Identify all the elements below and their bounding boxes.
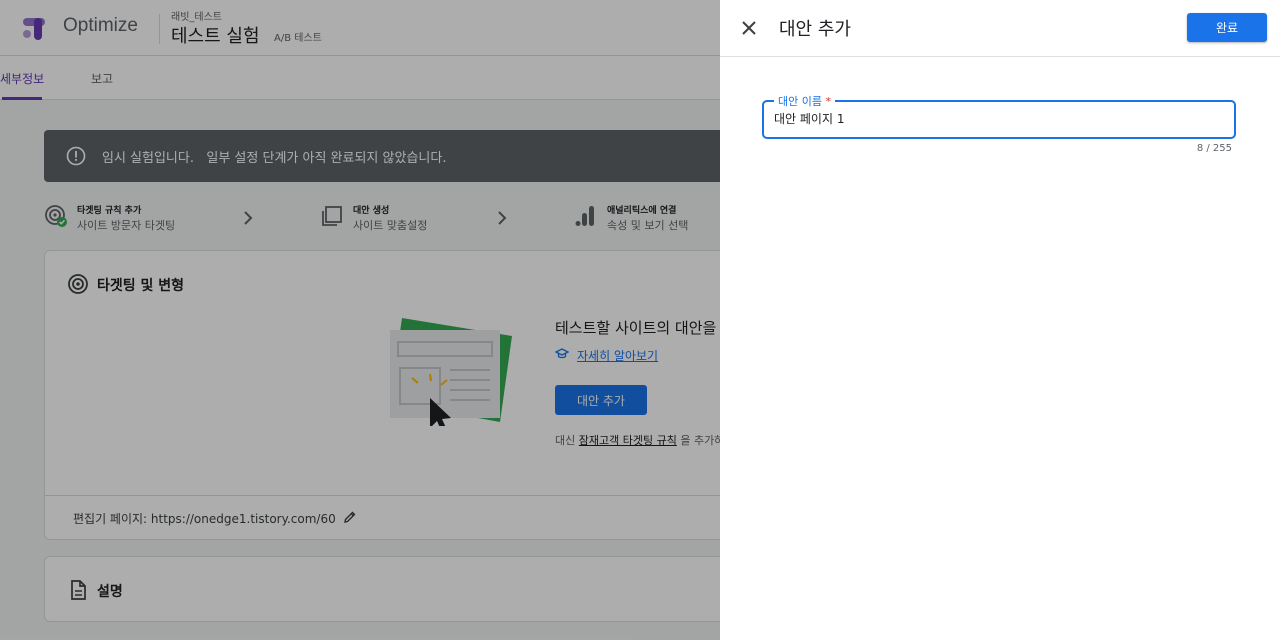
- variant-name-label: 대안 이름 *: [774, 93, 835, 109]
- required-marker: *: [825, 95, 831, 108]
- modal-scrim[interactable]: [0, 0, 720, 640]
- field-label-text: 대안 이름: [778, 95, 822, 108]
- character-counter: 8 / 255: [1196, 143, 1232, 154]
- done-button[interactable]: 완료: [1187, 13, 1267, 42]
- variant-name-field[interactable]: 대안 이름 *: [762, 93, 1236, 139]
- variant-name-input[interactable]: [774, 111, 1214, 125]
- add-variant-panel: 대안 추가 완료 대안 이름 * 8 / 255: [720, 0, 1280, 640]
- close-icon[interactable]: [738, 17, 760, 39]
- panel-header: 대안 추가 완료: [720, 0, 1280, 57]
- panel-title: 대안 추가: [779, 19, 851, 40]
